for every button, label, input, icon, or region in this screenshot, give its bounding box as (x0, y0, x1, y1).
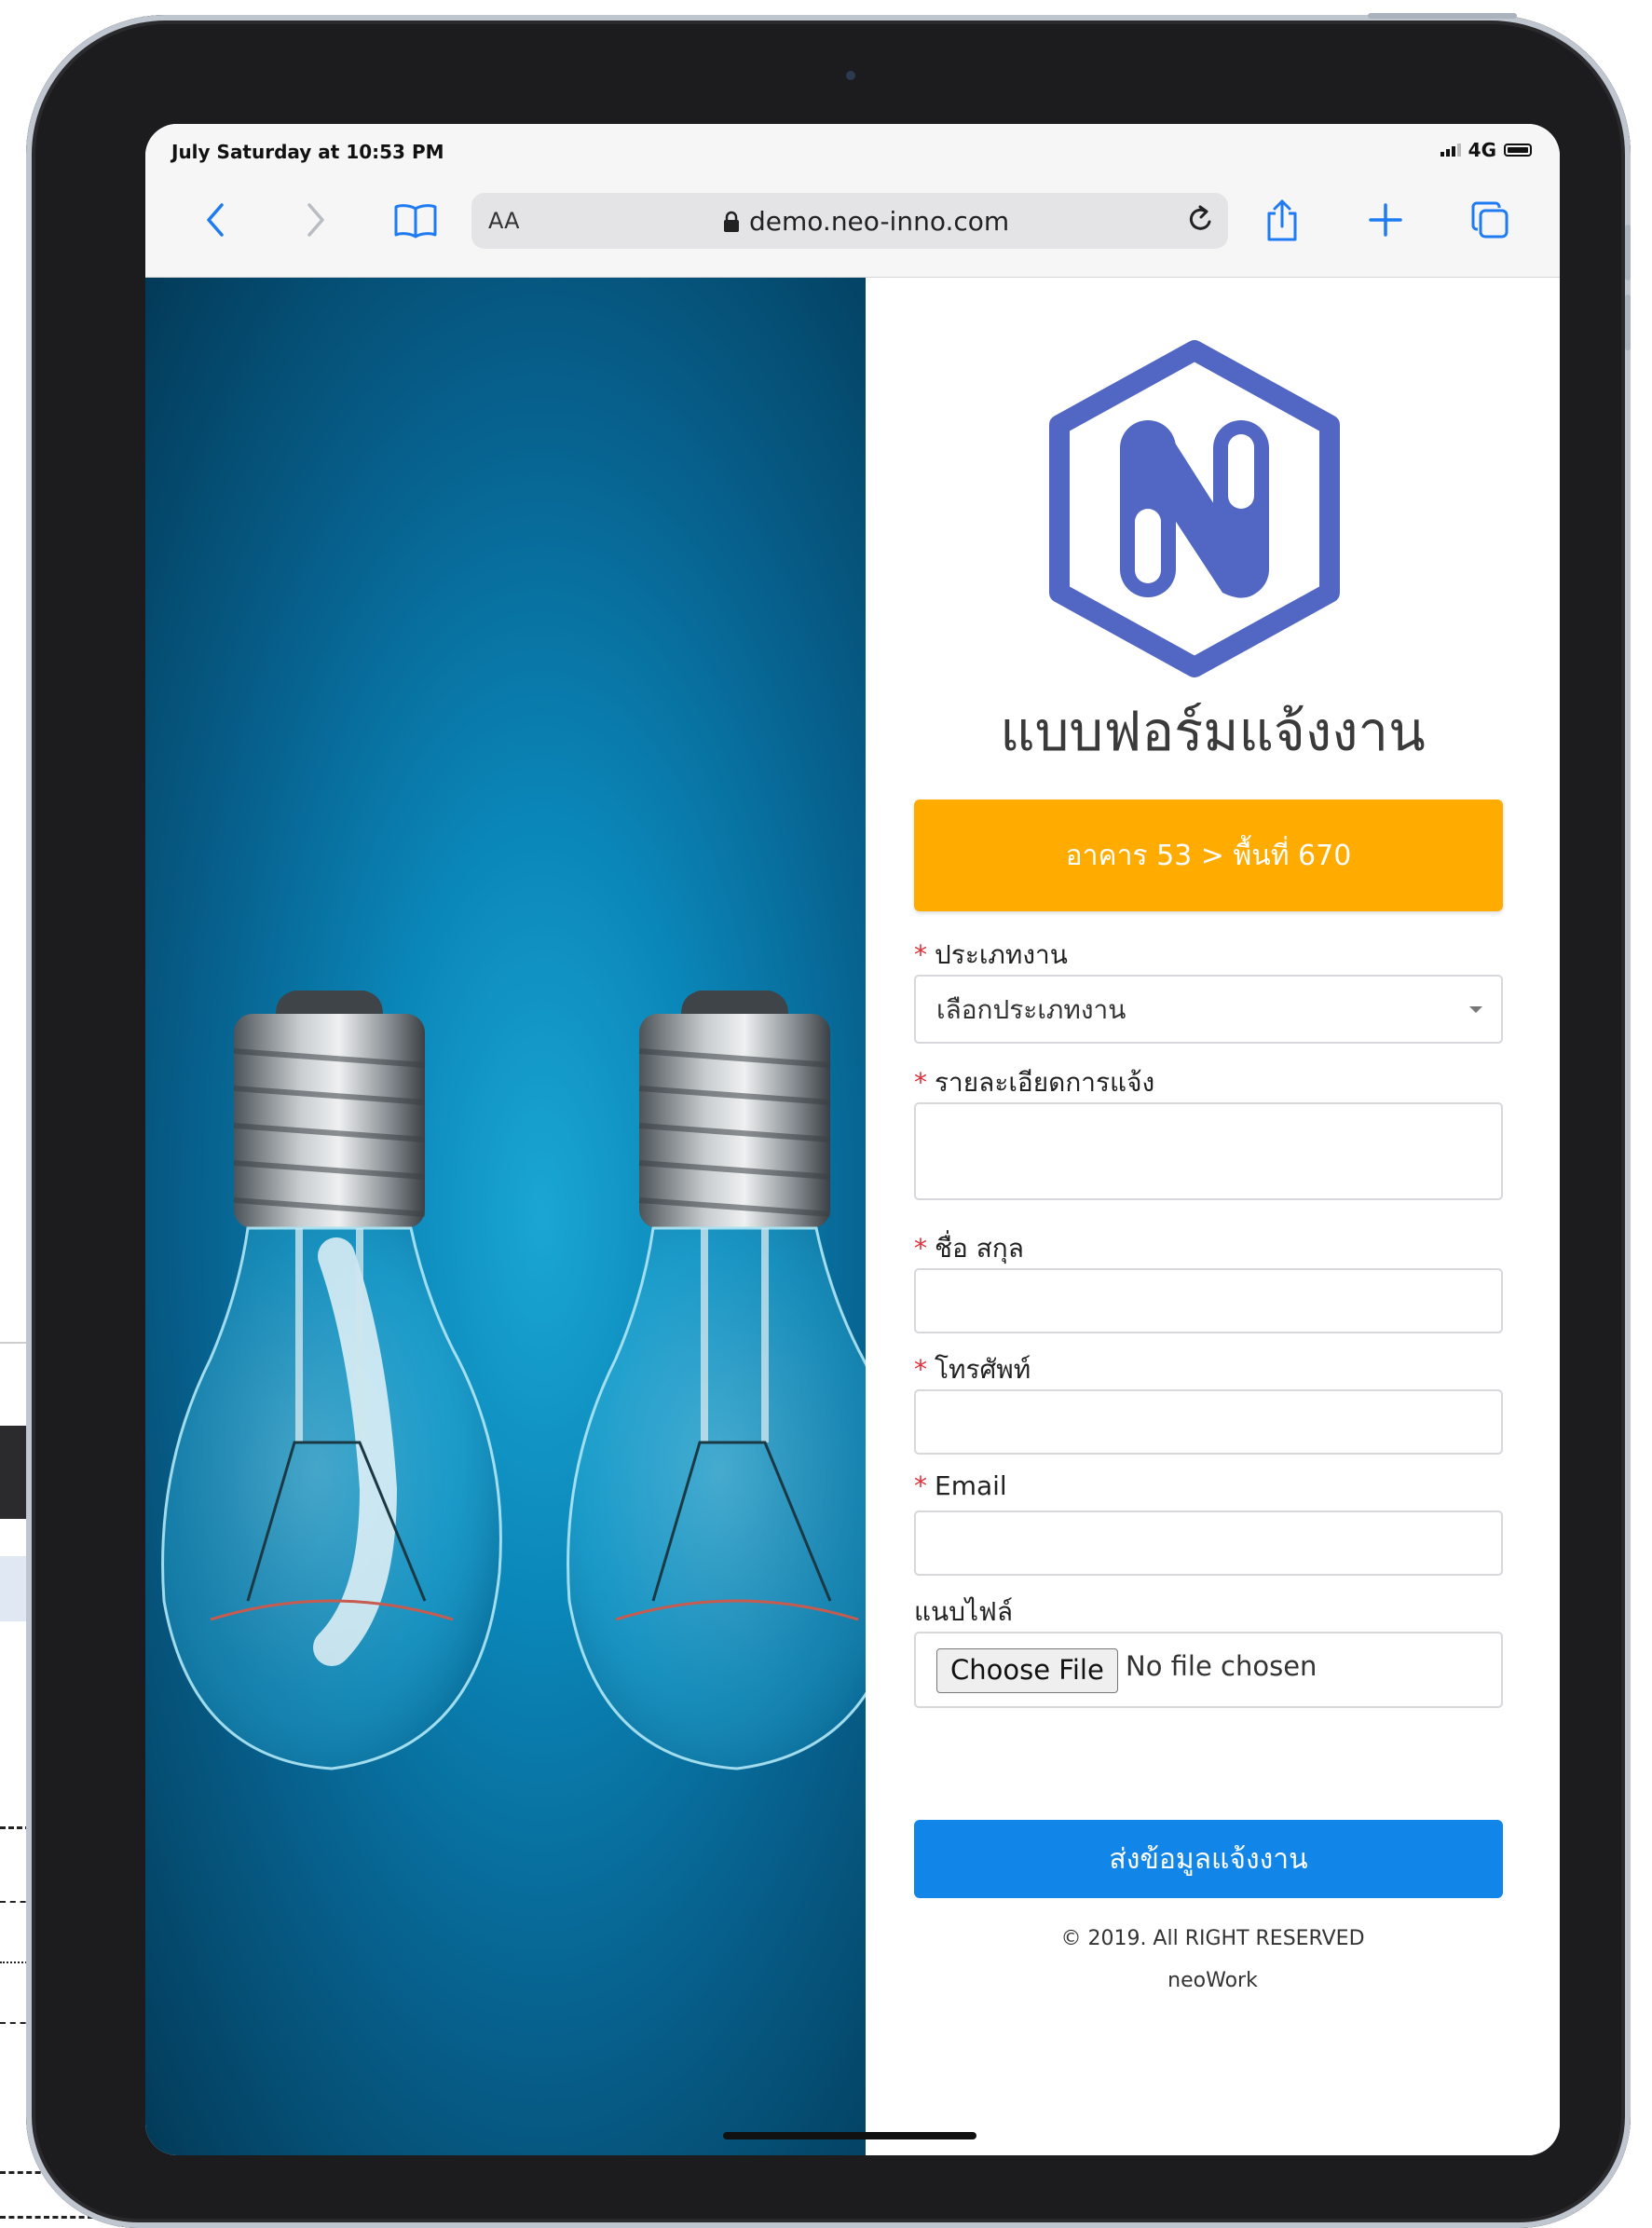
email-label-text: Email (935, 1470, 1007, 1501)
job-type-label-text: ประเภทงาน (935, 939, 1068, 970)
lock-icon (724, 211, 739, 232)
file-status-text: No file chosen (1126, 1650, 1318, 1682)
tablet-device: July Saturday at 10:53 PM 4G AA demo.neo… (26, 13, 1631, 2228)
home-indicator[interactable] (723, 2132, 976, 2139)
url-display: demo.neo-inno.com (723, 206, 1009, 237)
chevron-down-icon (1469, 1006, 1482, 1013)
lightbulbs-illustration (161, 991, 866, 1770)
phone-label: * โทรศัพท์ (914, 1349, 1031, 1390)
name-label-text: ชื่อ สกุล (935, 1233, 1024, 1264)
job-type-select[interactable]: เลือกประเภทงาน (914, 975, 1503, 1044)
status-bar: July Saturday at 10:53 PM 4G (145, 124, 1560, 171)
attachment-label: แนบไฟล์ (914, 1596, 1014, 1627)
document-dash-line (0, 2216, 93, 2219)
network-type: 4G (1468, 139, 1496, 161)
reader-button[interactable]: AA (488, 208, 520, 234)
status-indicators: 4G (1440, 139, 1532, 161)
chevron-right-icon[interactable] (293, 197, 339, 243)
required-mark: * (914, 1354, 927, 1385)
chevron-left-icon[interactable] (192, 197, 239, 243)
details-label-text: รายละเอียดการแจ้ง (935, 1067, 1155, 1098)
details-label: * รายละเอียดการแจ้ง (914, 1062, 1154, 1103)
battery-icon (1504, 144, 1532, 157)
share-icon[interactable] (1259, 197, 1305, 243)
status-time: July Saturday at 10:53 PM (171, 141, 444, 163)
book-icon[interactable] (392, 197, 439, 243)
tabs-icon[interactable] (1467, 197, 1513, 243)
hero-image (145, 278, 866, 2155)
phone-input[interactable] (914, 1389, 1503, 1455)
lightbulb-right (567, 991, 866, 1770)
required-mark: * (914, 1233, 927, 1264)
volume-button (1625, 225, 1631, 280)
form-panel: แบบฟอร์มแจ้งงาน อาคาร 53 > พื้นที่ 670 *… (866, 278, 1560, 2155)
front-camera (846, 71, 855, 80)
file-input[interactable]: Choose File No file chosen (914, 1632, 1503, 1708)
plus-icon[interactable] (1362, 197, 1409, 243)
reload-icon[interactable] (1178, 198, 1222, 243)
details-textarea[interactable] (914, 1102, 1503, 1200)
screen: July Saturday at 10:53 PM 4G AA demo.neo… (145, 124, 1560, 2155)
form-title: แบบฟอร์มแจ้งงาน (1000, 700, 1426, 763)
footer-brand: neoWork (1167, 1969, 1258, 1992)
location-button[interactable]: อาคาร 53 > พื้นที่ 670 (914, 800, 1503, 911)
signal-icon (1440, 144, 1461, 157)
name-input[interactable] (914, 1268, 1503, 1333)
job-type-select-value: เลือกประเภทงาน (936, 994, 1126, 1025)
email-label: * Email (914, 1470, 1007, 1501)
footer-copyright: © 2019. All RIGHT RESERVED (1060, 1927, 1365, 1950)
required-mark: * (914, 1470, 927, 1501)
browser-toolbar: AA demo.neo-inno.com (145, 171, 1560, 278)
required-mark: * (914, 1067, 927, 1098)
lightbulb-left (161, 991, 502, 1770)
power-button (1368, 13, 1517, 19)
neowork-logo (1049, 340, 1340, 677)
required-mark: * (914, 939, 927, 970)
submit-button[interactable]: ส่งข้อมูลแจ้งงาน (914, 1820, 1503, 1898)
job-type-label: * ประเภทงาน (914, 935, 1068, 976)
volume-button (1625, 294, 1631, 350)
url-text: demo.neo-inno.com (749, 206, 1010, 237)
phone-label-text: โทรศัพท์ (935, 1354, 1031, 1385)
email-input[interactable] (914, 1510, 1503, 1576)
choose-file-button[interactable]: Choose File (936, 1648, 1118, 1693)
name-label: * ชื่อ สกุล (914, 1228, 1024, 1269)
address-bar[interactable]: AA demo.neo-inno.com (471, 193, 1228, 249)
